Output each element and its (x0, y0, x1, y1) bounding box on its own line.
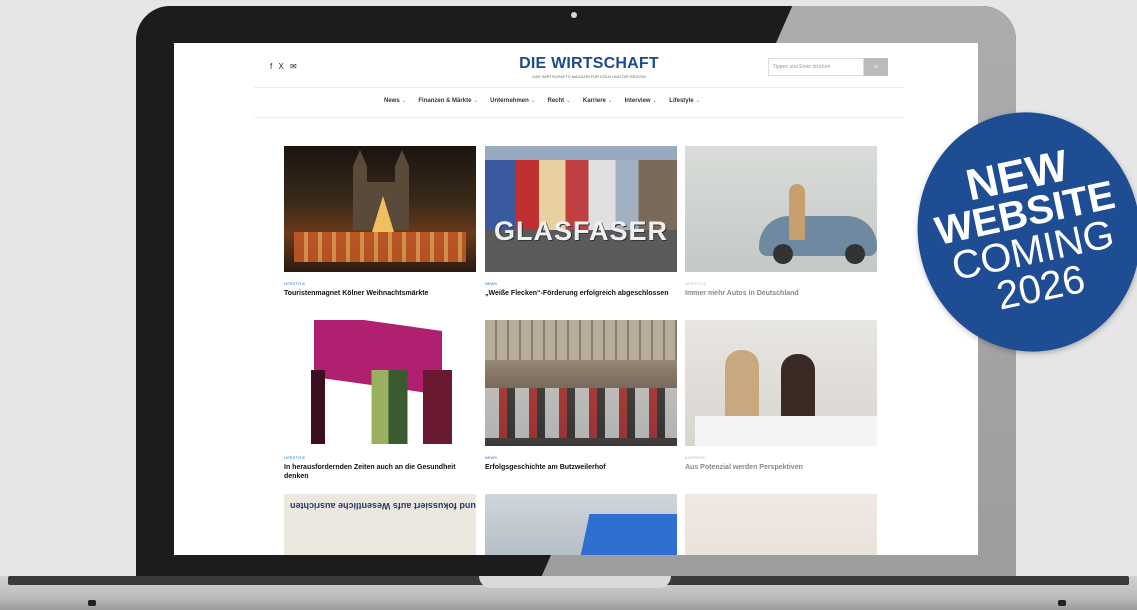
divider (254, 87, 904, 88)
article-title[interactable]: Erfolgsgeschichte am Butzweilerhof (485, 463, 677, 472)
article-image[interactable] (685, 494, 877, 555)
article-title[interactable]: „Weiße Flecken“-Förderung erfolgreich ab… (485, 289, 677, 298)
site-logo[interactable]: DIE WIRTSCHAFT DAS WIRTSCHAFTS MAGAZIN F… (504, 55, 674, 79)
article-image[interactable]: LEADERS · Führung klar und fokussiert au… (284, 494, 476, 555)
article-image[interactable]: GLASFASER (485, 146, 677, 272)
article-card[interactable]: GLASFASER News „Weiße Flecken“-Förderung… (485, 146, 677, 298)
article-card[interactable]: Lifestyle In herausfordernden Zeiten auc… (284, 320, 476, 481)
laptop-screen: f X ✉ DIE WIRTSCHAFT DAS WIRTSCHAFTS MAG… (174, 43, 978, 555)
article-category[interactable]: News (485, 281, 677, 286)
nav-item-news[interactable]: News (384, 97, 406, 104)
laptop-notch (479, 576, 671, 588)
article-card[interactable] (485, 494, 677, 555)
article-card[interactable]: News Erfolgsgeschichte am Butzweilerhof (485, 320, 677, 472)
article-card[interactable]: LEADERS · Führung klar und fokussiert au… (284, 494, 476, 555)
article-card[interactable]: Lifestyle Immer mehr Autos in Deutschlan… (685, 146, 877, 298)
search-input[interactable]: Tippen und Enter drücken (768, 58, 864, 76)
nav-item-unternehmen[interactable]: Unternehmen (490, 97, 535, 104)
nav-item-finanzen[interactable]: Finanzen & Märkte (418, 97, 478, 104)
social-icons[interactable]: f X ✉ (270, 62, 299, 71)
article-image[interactable] (485, 494, 677, 555)
article-image[interactable] (485, 320, 677, 446)
divider (254, 117, 904, 118)
article-category[interactable]: News (485, 455, 677, 460)
image-overlay-text: GLASFASER (493, 216, 669, 246)
laptop-foot (88, 600, 96, 606)
nav-item-recht[interactable]: Recht (547, 97, 570, 104)
article-title[interactable]: Touristenmagnet Kölner Weihnachtsmärkte (284, 289, 476, 298)
camera-icon (571, 12, 577, 18)
article-image[interactable] (284, 320, 476, 446)
article-category[interactable]: Lifestyle (284, 281, 476, 286)
logo-tagline: DAS WIRTSCHAFTS MAGAZIN FÜR KÖLN UND DIE… (532, 74, 646, 79)
article-title[interactable]: Immer mehr Autos in Deutschland (685, 289, 877, 298)
article-category[interactable]: Lifestyle (685, 281, 877, 286)
logo-text: DIE WIRTSCHAFT (519, 55, 659, 72)
article-title[interactable]: Aus Potenzial werden Perspektiven (685, 463, 877, 472)
article-card[interactable] (685, 494, 877, 555)
article-image[interactable] (284, 146, 476, 272)
laptop-foot (1058, 600, 1066, 606)
article-category[interactable]: Lifestyle (284, 455, 476, 460)
nav-item-lifestyle[interactable]: Lifestyle (669, 97, 700, 104)
main-nav: News Finanzen & Märkte Unternehmen Recht… (384, 97, 784, 104)
nav-item-interview[interactable]: Interview (625, 97, 658, 104)
article-image[interactable] (685, 320, 877, 446)
search-icon[interactable]: ⌕ (864, 58, 888, 76)
image-overlay-text: LEADERS · Führung klar und fokussiert au… (290, 501, 476, 511)
article-card[interactable]: Lifestyle Touristenmagnet Kölner Weihnac… (284, 146, 476, 298)
article-category[interactable]: Karriere (685, 455, 877, 460)
article-image[interactable] (685, 146, 877, 272)
article-title[interactable]: In herausfordernden Zeiten auch an die G… (284, 463, 476, 481)
nav-item-karriere[interactable]: Karriere (583, 97, 613, 104)
article-card[interactable]: Karriere Aus Potenzial werden Perspektiv… (685, 320, 877, 472)
